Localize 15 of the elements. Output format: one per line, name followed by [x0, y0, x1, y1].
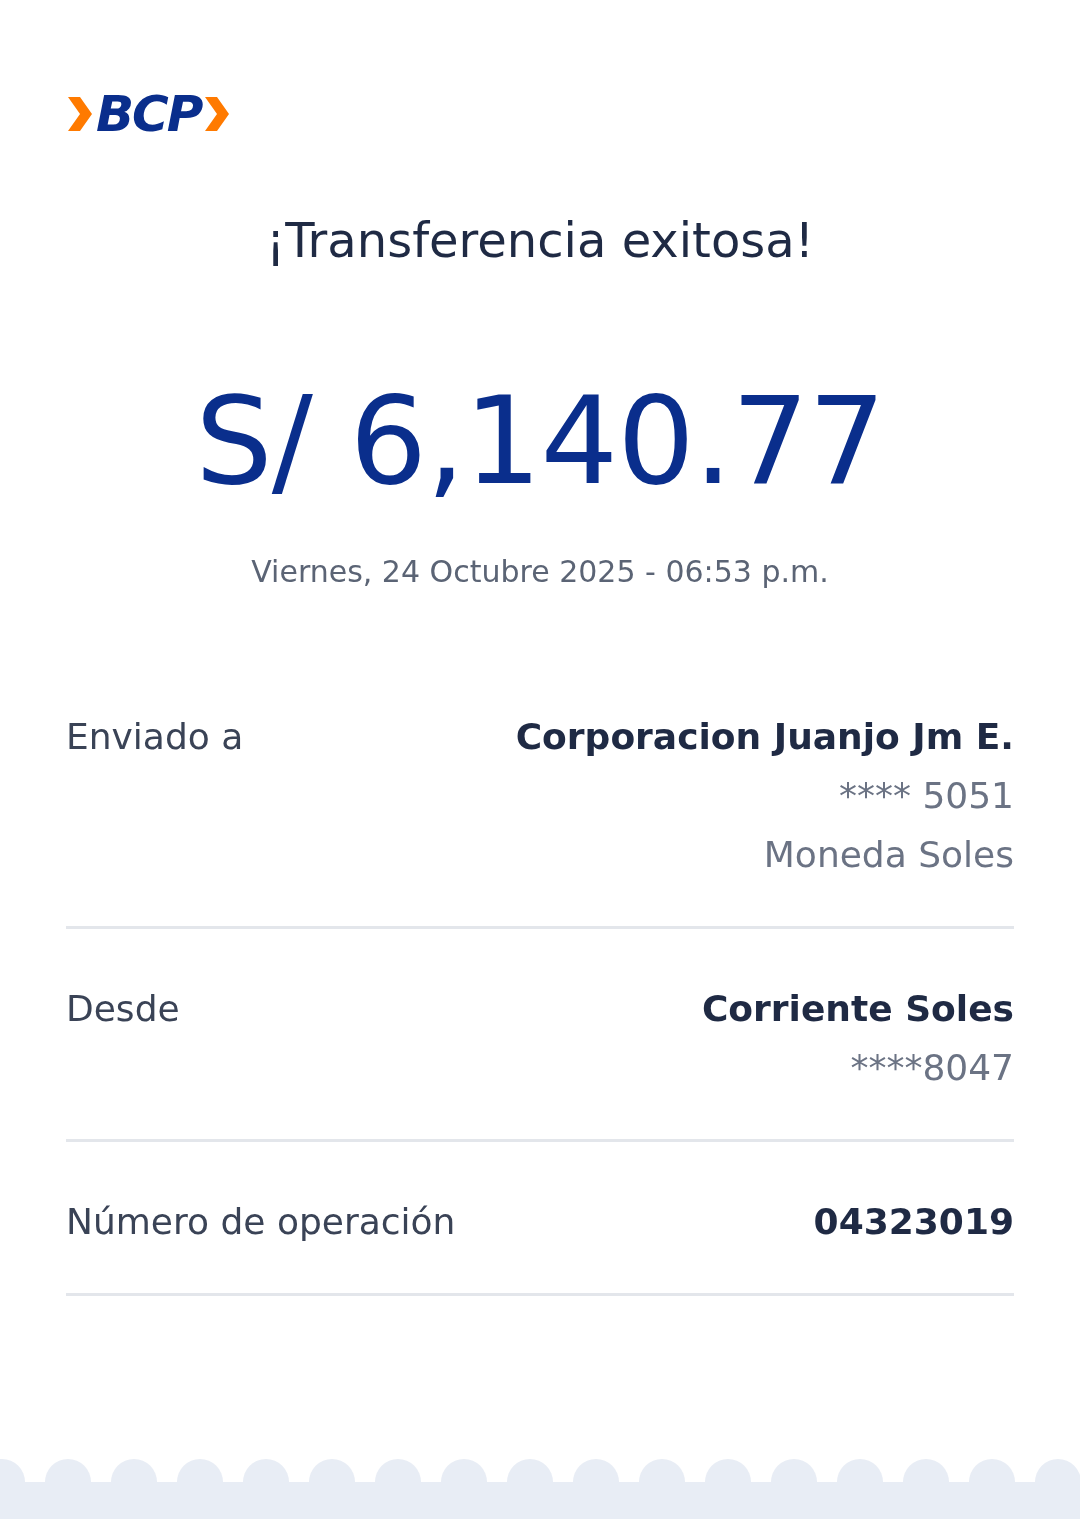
- detail-label: Enviado a: [66, 714, 244, 759]
- bank-logo-text: BCP: [96, 89, 202, 139]
- detail-value: **** 5051: [838, 773, 1014, 818]
- detail-value: 04323019: [813, 1199, 1014, 1244]
- amount: S/ 6,140.77: [194, 379, 886, 502]
- detail-value: Corporacion Juanjo Jm E.: [515, 714, 1014, 759]
- detail-value: ****8047: [850, 1045, 1014, 1090]
- chevron-icon: [203, 95, 232, 133]
- date-time: Viernes, 24 Octubre 2025 - 06:53 p.m.: [250, 553, 830, 589]
- detail-label: Número de operación: [66, 1199, 456, 1244]
- detail-value: Moneda Soles: [763, 832, 1014, 877]
- success-title: ¡Transferencia exitosa!: [265, 212, 815, 270]
- chevron-icon: [66, 95, 94, 133]
- detail-label: Desde: [66, 986, 180, 1031]
- detail-value: Corriente Soles: [701, 986, 1014, 1031]
